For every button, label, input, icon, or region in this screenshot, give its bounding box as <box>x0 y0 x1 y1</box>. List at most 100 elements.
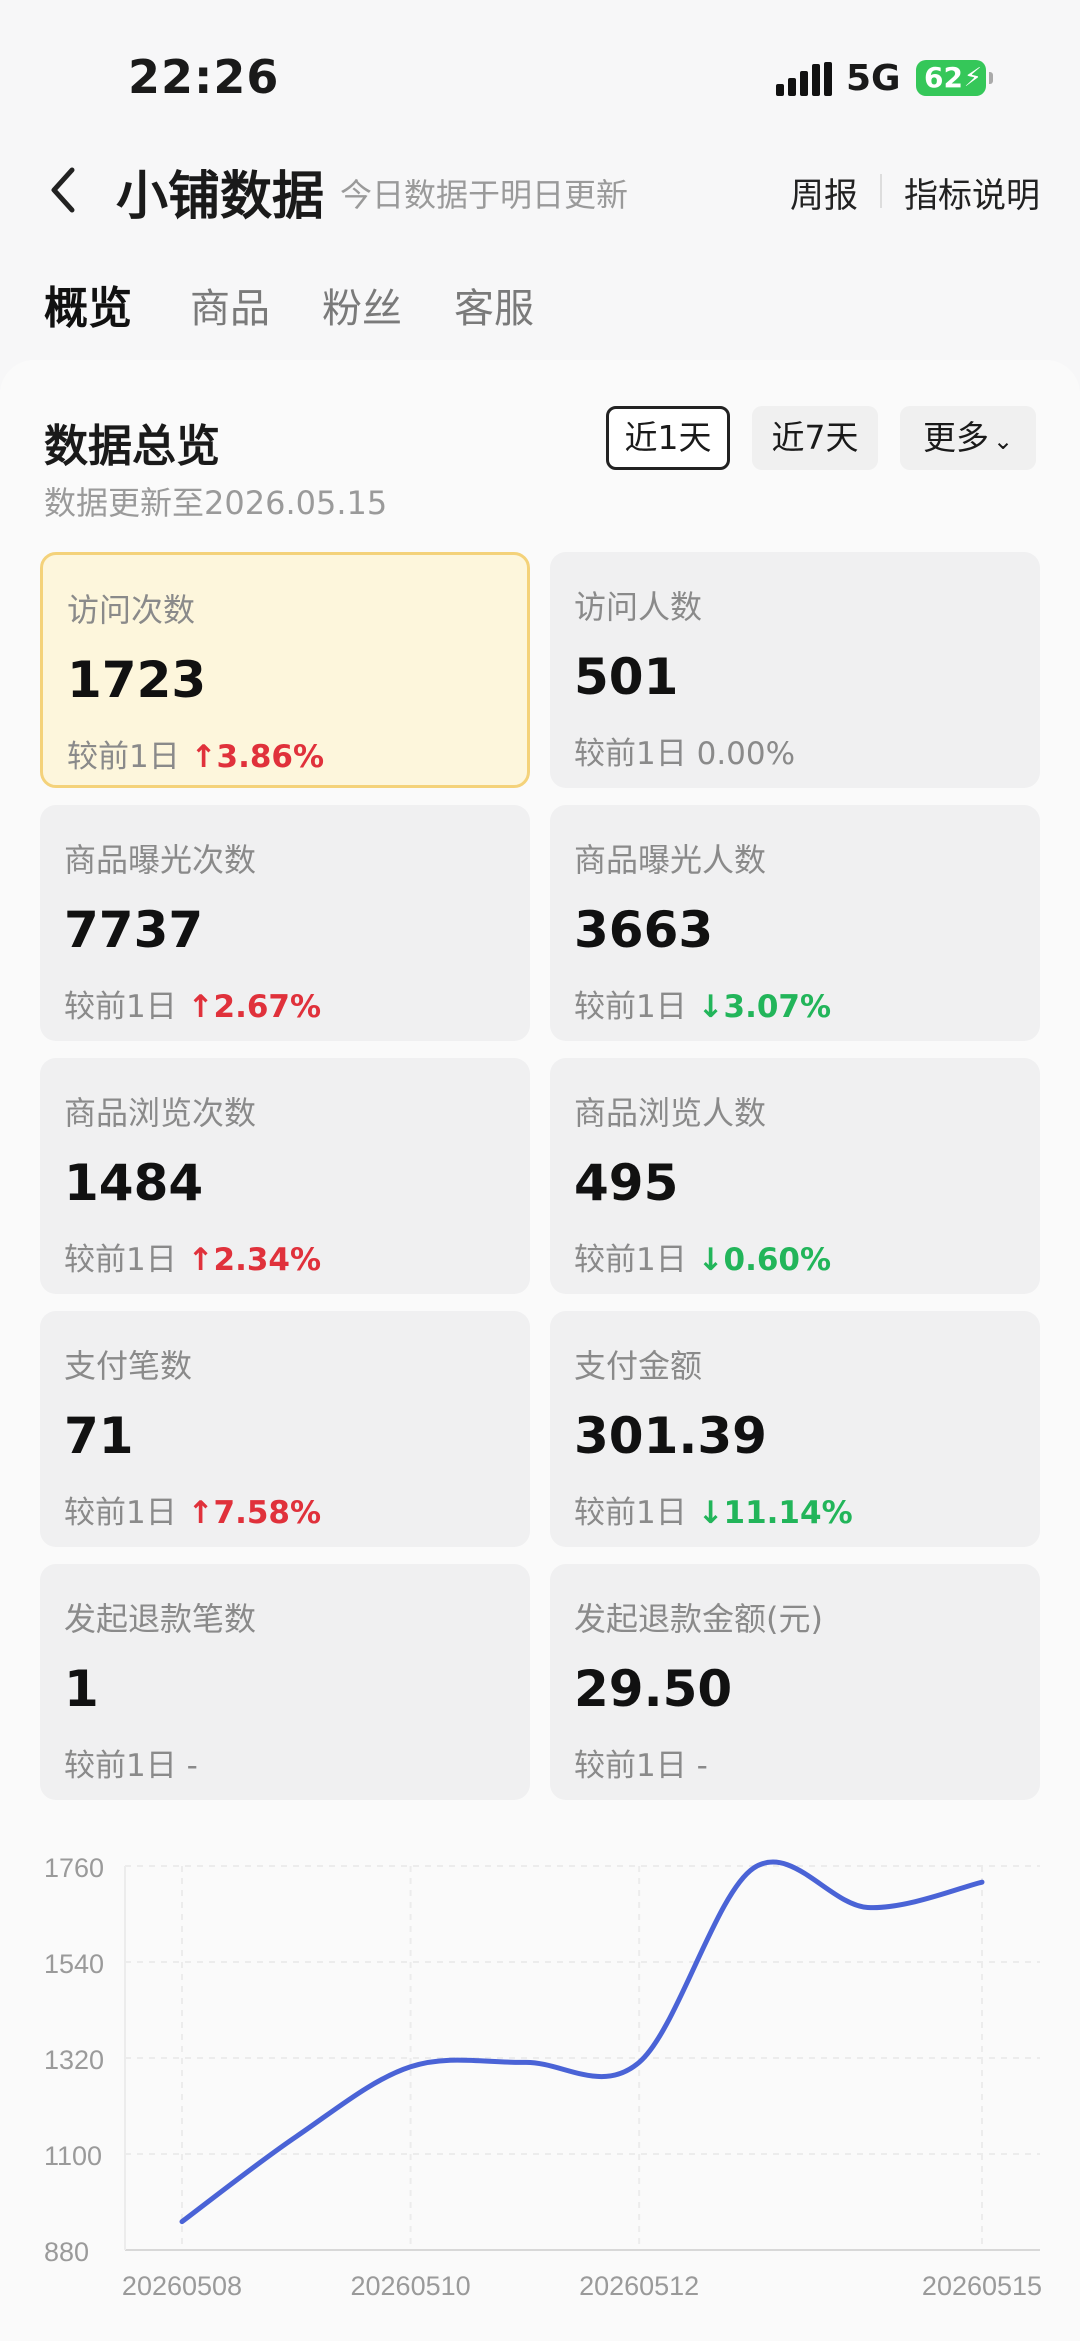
tab-products[interactable]: 商品 <box>190 276 270 334</box>
data-point <box>522 2059 528 2065</box>
metric-card[interactable]: 商品曝光次数 7737 较前1日 ↑2.67% <box>40 805 530 1041</box>
metric-value: 29.50 <box>574 1660 733 1718</box>
network-label: 5G <box>846 58 901 99</box>
signal-icon <box>776 62 832 96</box>
range-more-dropdown[interactable]: 更多 ⌄ <box>900 406 1036 470</box>
nav-header: 小铺数据 今日数据于明日更新 周报 指标说明 <box>0 140 1080 240</box>
compare-prefix: 较前1日 <box>64 1495 177 1531</box>
metric-card[interactable]: 访问次数 1723 较前1日 ↑3.86% <box>40 552 530 788</box>
x-tick-label: 20260508 <box>122 2271 242 2301</box>
metric-change: 2.67% <box>213 989 322 1025</box>
metric-label: 商品曝光次数 <box>64 841 257 879</box>
back-icon[interactable] <box>44 160 84 220</box>
metric-value: 3663 <box>574 901 714 959</box>
y-tick-label: 1100 <box>44 2141 102 2171</box>
metric-label: 商品浏览人数 <box>574 1094 767 1132</box>
metric-label: 访问人数 <box>574 588 703 626</box>
compare-prefix: 较前1日 <box>64 1748 177 1784</box>
metric-label: 访问次数 <box>67 591 196 629</box>
compare-prefix: 较前1日 <box>574 989 687 1025</box>
metric-help-link[interactable]: 指标说明 <box>904 168 1040 217</box>
status-bar: 22:26 5G 62 ⚡ <box>0 0 1080 130</box>
data-point <box>408 2064 414 2070</box>
chevron-down-icon: ⌄ <box>992 427 1014 455</box>
metric-value: 1723 <box>67 651 207 709</box>
range-7-day-button[interactable]: 近7天 <box>752 406 878 470</box>
arrow-down-icon: ↓ <box>686 1242 724 1278</box>
y-tick-label: 880 <box>44 2237 89 2267</box>
metric-compare: 较前1日 ↑3.86% <box>67 731 324 776</box>
data-point <box>293 2134 299 2140</box>
metric-compare: 较前1日 - <box>64 1740 198 1785</box>
metric-label: 发起退款笔数 <box>64 1600 257 1638</box>
tab-bar: 概览 商品 粉丝 客服 <box>0 270 1080 340</box>
y-tick-label: 1320 <box>44 2045 104 2075</box>
metric-value: 1484 <box>64 1154 204 1212</box>
metric-value: 495 <box>574 1154 679 1212</box>
metric-change: 11.14% <box>723 1495 853 1531</box>
compare-prefix: 较前1日 <box>574 736 687 772</box>
battery-icon: 62 ⚡ <box>916 60 993 96</box>
metric-value: 301.39 <box>574 1407 767 1465</box>
data-point <box>636 2059 642 2065</box>
y-tick-label: 1540 <box>44 1949 104 1979</box>
metric-change: 0.00% <box>696 736 796 772</box>
metric-value: 71 <box>64 1407 134 1465</box>
metric-value: 1 <box>64 1660 99 1718</box>
update-date: 数据更新至2026.05.15 <box>44 484 388 522</box>
metric-label: 支付金额 <box>574 1347 703 1385</box>
tab-overview[interactable]: 概览 <box>44 272 132 336</box>
arrow-up-icon: ↑ <box>176 989 214 1025</box>
metric-compare: 较前1日 ↑2.34% <box>64 1234 321 1279</box>
x-tick-label: 20260515 <box>922 2271 1042 2301</box>
metric-compare: 较前1日 ↑2.67% <box>64 981 321 1026</box>
metric-label: 商品曝光人数 <box>574 841 767 879</box>
battery-level: 62 <box>924 61 963 94</box>
metric-card[interactable]: 商品浏览人数 495 较前1日 ↓0.60% <box>550 1058 1040 1294</box>
metric-compare: 较前1日 - <box>574 1740 708 1785</box>
metric-card[interactable]: 商品浏览次数 1484 较前1日 ↑2.34% <box>40 1058 530 1294</box>
data-point <box>179 2219 185 2225</box>
range-more-label: 更多 <box>922 418 989 457</box>
metric-change: 3.86% <box>216 739 325 775</box>
metric-label: 支付笔数 <box>64 1347 193 1385</box>
metric-value: 7737 <box>64 901 204 959</box>
metric-change: 3.07% <box>723 989 832 1025</box>
metric-compare: 较前1日 ↓11.14% <box>574 1487 853 1532</box>
metric-change: - <box>186 1748 198 1784</box>
metric-compare: 较前1日 ↑7.58% <box>64 1487 321 1532</box>
metric-card[interactable]: 支付金额 301.39 较前1日 ↓11.14% <box>550 1311 1040 1547</box>
battery-cap <box>989 72 993 84</box>
page-subtitle: 今日数据于明日更新 <box>340 176 629 214</box>
metric-card[interactable]: 商品曝光人数 3663 较前1日 ↓3.07% <box>550 805 1040 1041</box>
weekly-report-link[interactable]: 周报 <box>790 168 858 217</box>
metric-change: 7.58% <box>213 1495 322 1531</box>
metric-card[interactable]: 发起退款金额(元) 29.50 较前1日 - <box>550 1564 1040 1800</box>
x-tick-label: 20260512 <box>579 2271 699 2301</box>
metric-change: 0.60% <box>723 1242 832 1278</box>
status-time: 22:26 <box>128 50 280 104</box>
arrow-up-icon: ↑ <box>179 739 217 775</box>
metric-card[interactable]: 支付笔数 71 较前1日 ↑7.58% <box>40 1311 530 1547</box>
metric-card[interactable]: 访问人数 501 较前1日 0.00% <box>550 552 1040 788</box>
metric-card[interactable]: 发起退款笔数 1 较前1日 - <box>40 1564 530 1800</box>
page-title: 小铺数据 <box>116 167 325 227</box>
trend-chart: 880 1100 1320 1540 1760 20260508 20260510 20260… <box>0 1800 1080 2341</box>
header-divider <box>880 174 882 208</box>
trend-chart-svg: 880 1100 1320 1540 1760 20260508 20260510 20260… <box>44 1853 1042 2301</box>
compare-prefix: 较前1日 <box>574 1748 687 1784</box>
metric-value: 501 <box>574 648 679 706</box>
metric-label: 发起退款金额(元) <box>574 1600 823 1638</box>
metric-change: - <box>696 1748 708 1784</box>
metric-compare: 较前1日 0.00% <box>574 728 795 773</box>
data-point <box>750 1865 756 1871</box>
compare-prefix: 较前1日 <box>64 989 177 1025</box>
range-1-day-button[interactable]: 近1天 <box>606 406 730 470</box>
arrow-up-icon: ↑ <box>176 1495 214 1531</box>
compare-prefix: 较前1日 <box>574 1242 687 1278</box>
compare-prefix: 较前1日 <box>64 1242 177 1278</box>
arrow-down-icon: ↓ <box>686 989 724 1025</box>
tab-customer-service[interactable]: 客服 <box>454 276 534 334</box>
arrow-up-icon: ↑ <box>176 1242 214 1278</box>
tab-fans[interactable]: 粉丝 <box>322 276 402 334</box>
